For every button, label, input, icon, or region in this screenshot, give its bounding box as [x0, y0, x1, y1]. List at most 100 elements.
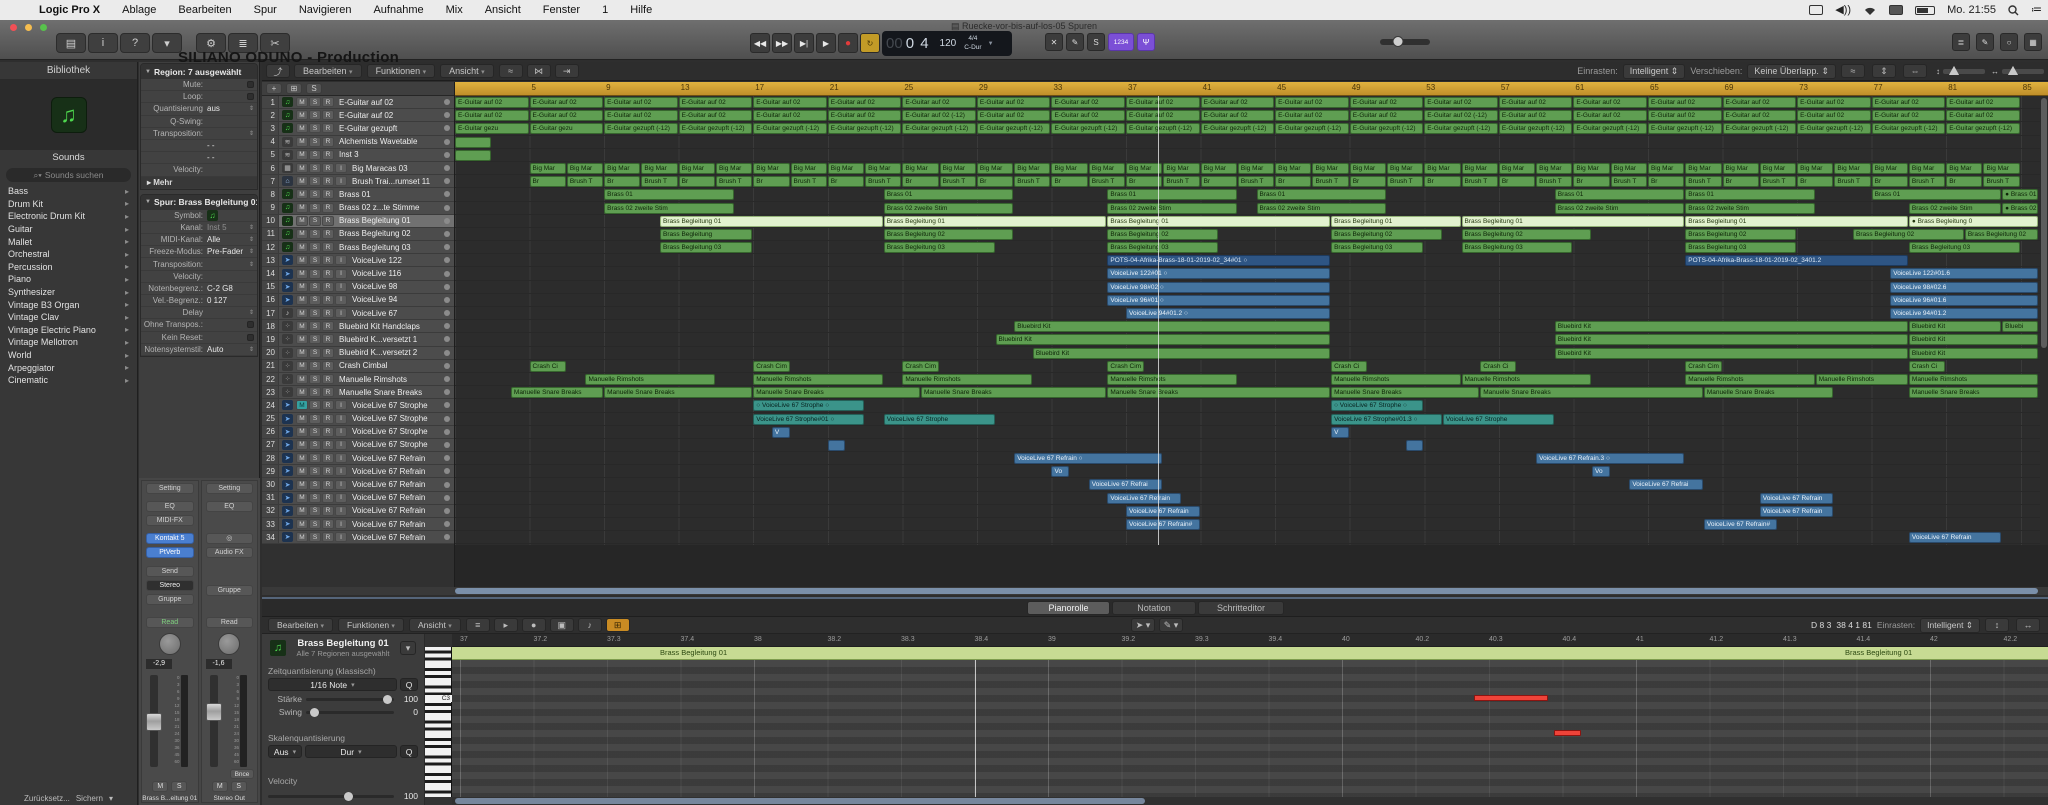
- track-header[interactable]: 27➤MSRIVoiceLive 67 Strophe: [262, 439, 454, 452]
- region[interactable]: Br: [1499, 176, 1535, 187]
- menu-icon[interactable]: ≡: [466, 618, 490, 632]
- scale-type-select[interactable]: Dur▾: [305, 745, 397, 758]
- strip-stereo[interactable]: Stereo: [146, 580, 194, 591]
- library-item[interactable]: Electronic Drum Kit▸: [0, 210, 137, 223]
- region[interactable]: Brass Begleitung 01: [884, 216, 1107, 227]
- track-solo-button[interactable]: S: [309, 203, 321, 213]
- region[interactable]: Brush T: [791, 176, 827, 187]
- track-lane[interactable]: POTS-04-Afrika-Brass-18-01-2019-02_34#01…: [455, 254, 2048, 267]
- track-symbol-icon[interactable]: ♫: [207, 210, 218, 221]
- menu-item-logic-pro-x[interactable]: Logic Pro X: [28, 4, 111, 16]
- region[interactable]: VoiceLive 67 Strophe: [1443, 414, 1554, 425]
- track-mute-button[interactable]: M: [296, 387, 308, 397]
- vertical-zoom-slider[interactable]: ↕: [1936, 67, 1985, 76]
- tab-notation[interactable]: Notation: [1112, 601, 1196, 615]
- track-record-button[interactable]: R: [322, 348, 334, 358]
- spotlight-icon[interactable]: [2008, 5, 2019, 16]
- region[interactable]: E-Guitar auf 02: [977, 110, 1051, 121]
- track-record-button[interactable]: R: [322, 295, 334, 305]
- region[interactable]: Big Mar: [716, 163, 752, 174]
- region[interactable]: Big Mar: [641, 163, 677, 174]
- cycle-button[interactable]: ↻: [860, 33, 880, 53]
- region[interactable]: Bluebird Kit: [1909, 321, 2001, 332]
- volume-value[interactable]: -2,9: [146, 659, 172, 669]
- stepper-icon[interactable]: ⇕: [249, 224, 254, 231]
- track-solo-button[interactable]: S: [309, 137, 321, 147]
- track-record-dot[interactable]: [444, 165, 450, 171]
- region[interactable]: Brass 01: [604, 189, 733, 200]
- track-record-dot[interactable]: [444, 218, 450, 224]
- library-item[interactable]: World▸: [0, 349, 137, 362]
- region[interactable]: [455, 150, 491, 161]
- menu-item-1[interactable]: 1: [591, 4, 619, 16]
- region[interactable]: Br: [604, 176, 640, 187]
- region[interactable]: Brass 01: [884, 189, 1013, 200]
- region[interactable]: Big Mar: [679, 163, 715, 174]
- region[interactable]: E-Guitar auf 02: [1424, 97, 1498, 108]
- region[interactable]: E-Guitar auf 02: [679, 97, 753, 108]
- track-record-button[interactable]: R: [322, 123, 334, 133]
- horizontal-scrollbar-thumb[interactable]: [455, 588, 2038, 594]
- region[interactable]: Big Mar: [1723, 163, 1759, 174]
- track-solo-button[interactable]: S: [309, 440, 321, 450]
- region[interactable]: Bluebird Kit: [1909, 348, 2038, 359]
- region[interactable]: Brass 01: [1107, 189, 1236, 200]
- strip-ptverb[interactable]: PtVerb: [146, 547, 194, 558]
- region[interactable]: Brass 01: [1685, 189, 1814, 200]
- region[interactable]: E-Guitar gezu: [530, 123, 604, 134]
- region[interactable]: VoiceLive 98#02.6: [1890, 282, 2038, 293]
- track-solo-button[interactable]: S: [309, 295, 321, 305]
- scale-apply-button[interactable]: Q: [400, 745, 418, 758]
- region[interactable]: E-Guitar gezupft (-12): [604, 123, 678, 134]
- track-lane[interactable]: Bluebird KitBluebird KitBluebird Kit: [455, 347, 2048, 360]
- region[interactable]: Big Mar: [1648, 163, 1684, 174]
- region[interactable]: E-Guitar gezupft (-12): [1201, 123, 1275, 134]
- region[interactable]: E-Guitar auf 02: [1946, 110, 2020, 121]
- region[interactable]: Br: [1424, 176, 1460, 187]
- region[interactable]: E-Guitar auf 02: [679, 110, 753, 121]
- stepper-icon[interactable]: ⇕: [249, 130, 254, 137]
- track-record-button[interactable]: R: [322, 506, 334, 516]
- region[interactable]: Brush T: [1163, 176, 1199, 187]
- region[interactable]: E-Guitar gezupft (-12): [828, 123, 902, 134]
- tab-pianorolle[interactable]: Pianorolle: [1027, 601, 1110, 615]
- track-solo-button[interactable]: S: [309, 321, 321, 331]
- track-record-button[interactable]: R: [322, 229, 334, 239]
- strip-eq[interactable]: EQ: [206, 501, 254, 512]
- region[interactable]: [455, 137, 491, 148]
- automation-read-button[interactable]: Read: [206, 617, 254, 628]
- region[interactable]: E-Guitar auf 02: [1872, 110, 1946, 121]
- strip-◎[interactable]: ◎: [206, 533, 254, 544]
- track-header[interactable]: 34➤MSRIVoiceLive 67 Refrain: [262, 531, 454, 544]
- track-record-dot[interactable]: [444, 429, 450, 435]
- browser-icon[interactable]: ▤: [56, 33, 86, 53]
- inspector-row-value[interactable]: aus: [203, 104, 249, 113]
- midi-note[interactable]: [1554, 730, 1581, 736]
- region[interactable]: Manuelle Snare Breaks: [1107, 387, 1330, 398]
- editor-menu-bearbeiten[interactable]: Bearbeiten ▾: [268, 618, 333, 632]
- record-button[interactable]: ●: [838, 33, 858, 53]
- track-mute-button[interactable]: M: [296, 453, 308, 463]
- arrange-menu-ansicht[interactable]: Ansicht ▾: [440, 64, 494, 78]
- track-record-dot[interactable]: [444, 178, 450, 184]
- track-lane[interactable]: BrBrush TBrBrush TBrBrush TBrBrush TBrBr…: [455, 175, 2048, 188]
- track-header[interactable]: 7⌂MSRIBrush Trai...rumset 11: [262, 175, 454, 188]
- track-record-dot[interactable]: [444, 284, 450, 290]
- track-header[interactable]: 22⁘MSRManuelle Rimshots: [262, 373, 454, 386]
- track-record-button[interactable]: R: [322, 255, 334, 265]
- region[interactable]: E-Guitar auf 02: [1648, 97, 1722, 108]
- track-solo-button[interactable]: S: [309, 519, 321, 529]
- track-header[interactable]: 24➤MSRIVoiceLive 67 Strophe: [262, 399, 454, 412]
- region[interactable]: Big Mar: [1163, 163, 1199, 174]
- minimize-window-button[interactable]: [25, 24, 32, 31]
- track-solo-button[interactable]: S: [309, 348, 321, 358]
- strip-kontakt-5[interactable]: Kontakt 5: [146, 533, 194, 544]
- region[interactable]: Manuelle Snare Breaks: [1480, 387, 1703, 398]
- region[interactable]: VoiceLive 67 Refrai: [1089, 479, 1163, 490]
- track-solo-button[interactable]: S: [309, 163, 321, 173]
- region[interactable]: Crash Ci: [1480, 361, 1516, 372]
- region[interactable]: E-Guitar auf 02: [1350, 97, 1424, 108]
- region[interactable]: E-Guitar gezupft (-12): [902, 123, 976, 134]
- track-header[interactable]: 6▦MSRIBig Maracas 03: [262, 162, 454, 175]
- region[interactable]: Brass Begleitung 03: [660, 242, 752, 253]
